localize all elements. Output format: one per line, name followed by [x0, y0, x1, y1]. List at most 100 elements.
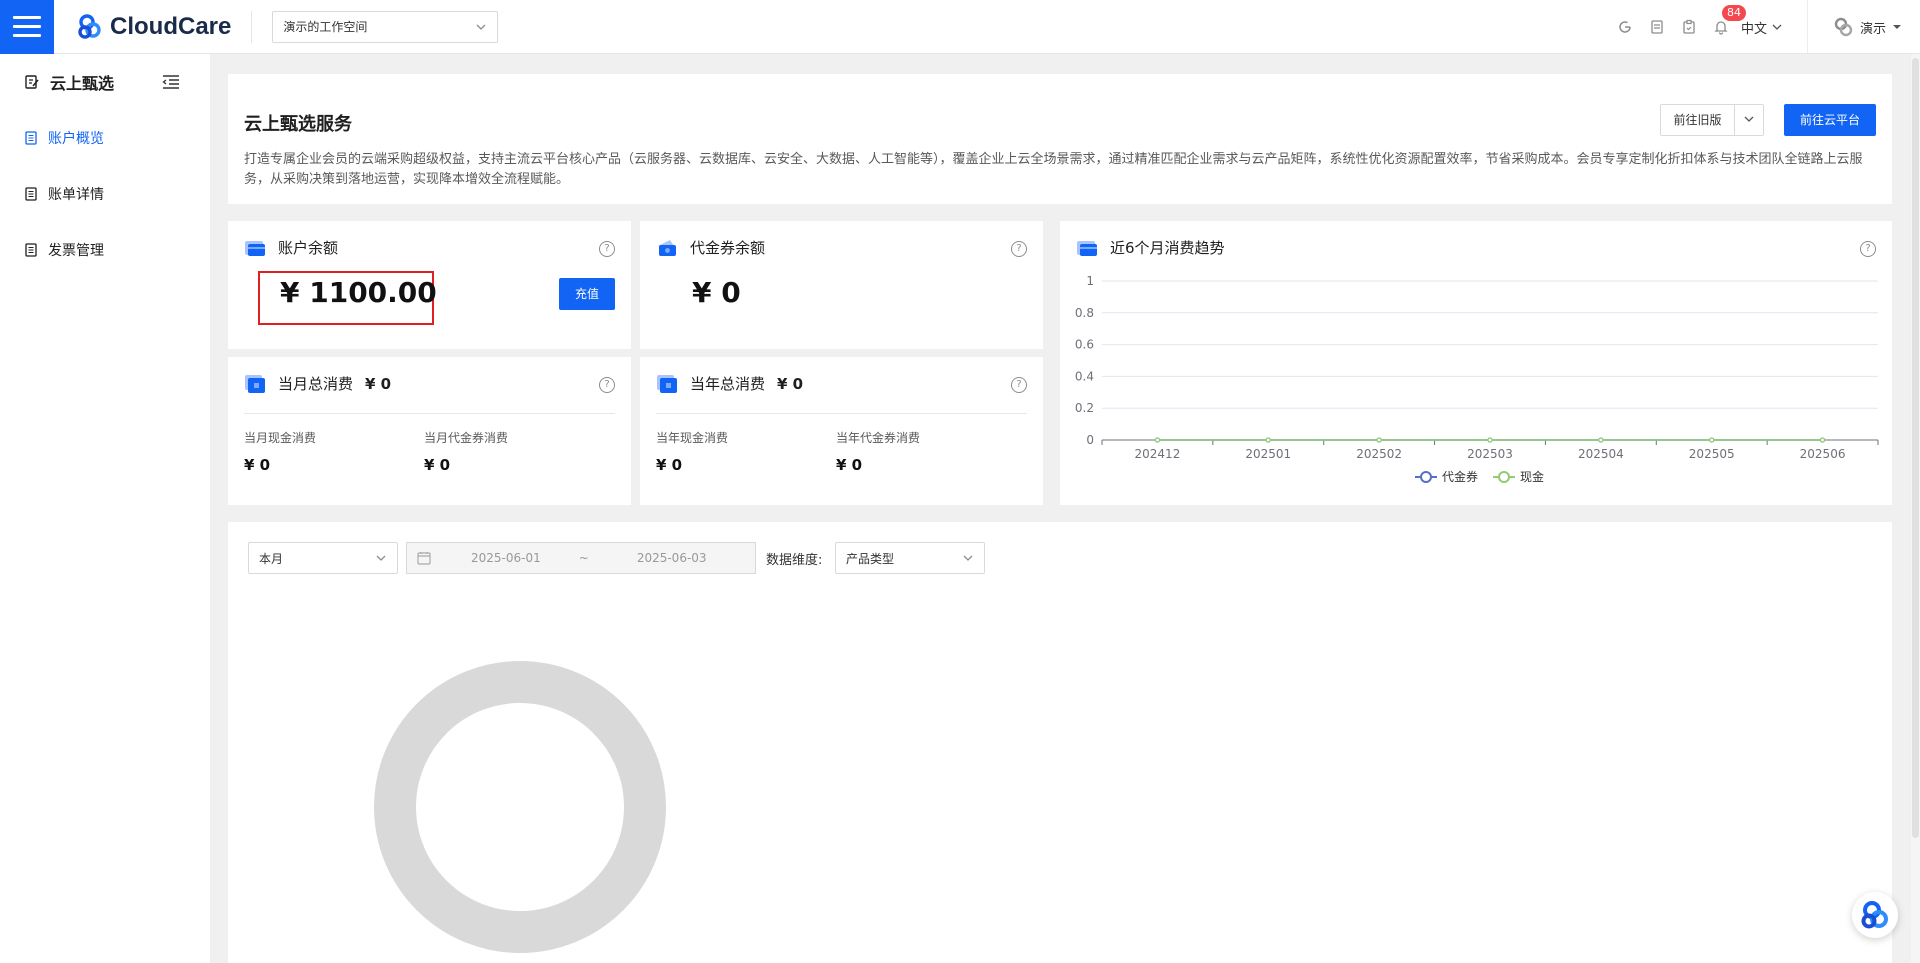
- x-tick-label: 202503: [1467, 447, 1513, 461]
- page-scrollbar[interactable]: [1911, 54, 1920, 963]
- clipboard-icon[interactable]: [1680, 18, 1698, 36]
- empty-donut-chart: [374, 661, 666, 953]
- month-voucher-value: ¥ 0: [424, 456, 451, 474]
- data-point: [1487, 437, 1493, 443]
- document-list-icon: [25, 243, 37, 257]
- x-tick-label: 202506: [1800, 447, 1846, 461]
- user-name: 演示: [1859, 21, 1886, 37]
- language-select[interactable]: 中文: [1741, 18, 1783, 37]
- month-consumption-title: 当月总消费: [278, 375, 354, 393]
- sidebar-item-bill-details[interactable]: 账单详情: [0, 166, 210, 222]
- collapse-sidebar-icon[interactable]: [162, 74, 180, 94]
- service-intro-card: 云上甄选服务 前往旧版 前往云平台 打造专属企业会员的云端采购超级权益，支持主流…: [228, 74, 1892, 204]
- trend-line-chart: 0 0.2 0.4 0.6 0.8 1 202412 202501 202502 202503 20…: [1075, 274, 1879, 484]
- go-cloud-platform-button[interactable]: 前往云平台: [1784, 104, 1876, 136]
- date-range-picker[interactable]: 2025-06-01 ~ 2025-06-03: [406, 542, 756, 574]
- sidebar: 云上甄选 账户概览 账单详情 发票管理: [0, 54, 210, 963]
- month-consumption-card: 当月总消费 ¥ 0 ? 当月现金消费 ¥ 0 当月代金券消费 ¥ 0: [228, 357, 631, 505]
- x-tick-label: 202412: [1135, 447, 1181, 461]
- sidebar-item-invoice-management[interactable]: 发票管理: [0, 222, 210, 278]
- legend-label: 现金: [1520, 469, 1544, 484]
- workspace-select[interactable]: 演示的工作空间: [272, 10, 499, 43]
- user-menu[interactable]: 演示: [1806, 0, 1920, 54]
- assistant-float-button[interactable]: [1852, 892, 1898, 938]
- y-tick-label: 0: [1086, 433, 1094, 447]
- menu-icon-line: [13, 16, 41, 19]
- y-tick-label: 0.6: [1075, 338, 1094, 352]
- top-bar: CloudCare 演示的工作空间 84 中文 演示: [0, 0, 1920, 54]
- x-tick-label: 202501: [1245, 447, 1291, 461]
- data-point: [1819, 437, 1826, 443]
- year-consumption-total: ¥ 0: [777, 374, 804, 393]
- sidebar-title: 云上甄选: [50, 74, 115, 93]
- workspace-name: 演示的工作空间: [283, 20, 368, 34]
- notification-badge: 84: [1721, 5, 1746, 21]
- go-old-version-button[interactable]: 前往旧版: [1660, 104, 1764, 136]
- month-cash-label: 当月现金消费: [244, 431, 317, 445]
- chevron-down-icon[interactable]: [1735, 113, 1763, 128]
- data-point: [1376, 437, 1382, 443]
- voucher-balance-card: 代金券余额 ? ¥ 0: [640, 221, 1043, 349]
- divider: [244, 413, 615, 414]
- data-point: [1154, 437, 1161, 443]
- help-icon[interactable]: ?: [599, 377, 615, 393]
- menu-icon-line: [13, 25, 41, 28]
- document-icon[interactable]: [1648, 18, 1666, 36]
- edit-note-icon: [25, 75, 39, 89]
- date-separator: ~: [578, 551, 589, 565]
- y-tick-label: 0.4: [1075, 369, 1094, 383]
- chevron-down-icon: [376, 555, 386, 561]
- year-voucher-label: 当年代金券消费: [836, 431, 921, 445]
- month-cash-value: ¥ 0: [244, 456, 271, 474]
- sidebar-item-account-overview[interactable]: 账户概览: [0, 110, 210, 166]
- legend-label: 代金券: [1442, 469, 1478, 484]
- x-tick-label: 202504: [1578, 447, 1624, 461]
- data-point: [1265, 437, 1271, 443]
- data-point: [1598, 437, 1604, 443]
- voucher-balance-value: ¥ 0: [692, 276, 741, 309]
- calendar-month-icon: [245, 374, 265, 393]
- service-title: 云上甄选服务: [244, 114, 352, 135]
- document-list-icon: [25, 187, 37, 201]
- card-header: 当月总消费 ¥ 0: [244, 373, 391, 394]
- cloudcare-assistant-icon: [1861, 901, 1888, 929]
- go-old-version-label: 前往旧版: [1661, 105, 1735, 135]
- recharge-button[interactable]: 充值: [559, 278, 615, 310]
- calendar-year-icon: [657, 374, 677, 393]
- dimension-select[interactable]: 产品类型: [835, 542, 985, 574]
- dimension-label: 数据维度:: [766, 553, 823, 568]
- x-tick-label: 202502: [1356, 447, 1402, 461]
- sidebar-item-label: 账单详情: [48, 187, 104, 203]
- top-right-toolbar: 84 中文 演示: [1609, 0, 1920, 54]
- help-icon[interactable]: ?: [1011, 241, 1027, 257]
- scrollbar-thumb[interactable]: [1912, 58, 1919, 838]
- year-consumption-card: 当年总消费 ¥ 0 ? 当年现金消费 ¥ 0 当年代金券消费 ¥ 0: [640, 357, 1043, 505]
- caret-down-icon: [1893, 25, 1901, 29]
- legend-marker: [1498, 471, 1510, 483]
- y-tick-label: 0.8: [1075, 306, 1094, 320]
- logo-text: CloudCare: [110, 12, 232, 40]
- divider: [656, 413, 1027, 414]
- logo[interactable]: CloudCare: [76, 13, 231, 41]
- help-icon[interactable]: ?: [599, 241, 615, 257]
- menu-icon-line: [13, 34, 41, 37]
- sidebar-item-label: 账户概览: [48, 131, 104, 147]
- chevron-down-icon: [476, 24, 486, 30]
- account-balance-title: 账户余额: [278, 239, 339, 257]
- y-tick-label: 1: [1086, 274, 1094, 288]
- account-balance-card: 账户余额 ? ¥ 1100.00 充值: [228, 221, 631, 349]
- calendar-icon: [417, 552, 431, 565]
- notification-bell-icon[interactable]: 84: [1712, 5, 1746, 36]
- menu-toggle-button[interactable]: [0, 0, 54, 54]
- year-consumption-title: 当年总消费: [690, 375, 766, 393]
- year-voucher-value: ¥ 0: [836, 456, 863, 474]
- period-select[interactable]: 本月: [248, 542, 398, 574]
- period-value: 本月: [259, 551, 284, 566]
- card-header: 代金券余额: [656, 237, 765, 258]
- voucher-balance-title: 代金券余额: [690, 239, 766, 257]
- help-icon[interactable]: ?: [1011, 377, 1027, 393]
- data-point: [1709, 437, 1715, 443]
- document-list-icon: [25, 131, 37, 145]
- cloudcare-logo-icon: [78, 13, 101, 39]
- refresh-icon[interactable]: [1616, 18, 1634, 36]
